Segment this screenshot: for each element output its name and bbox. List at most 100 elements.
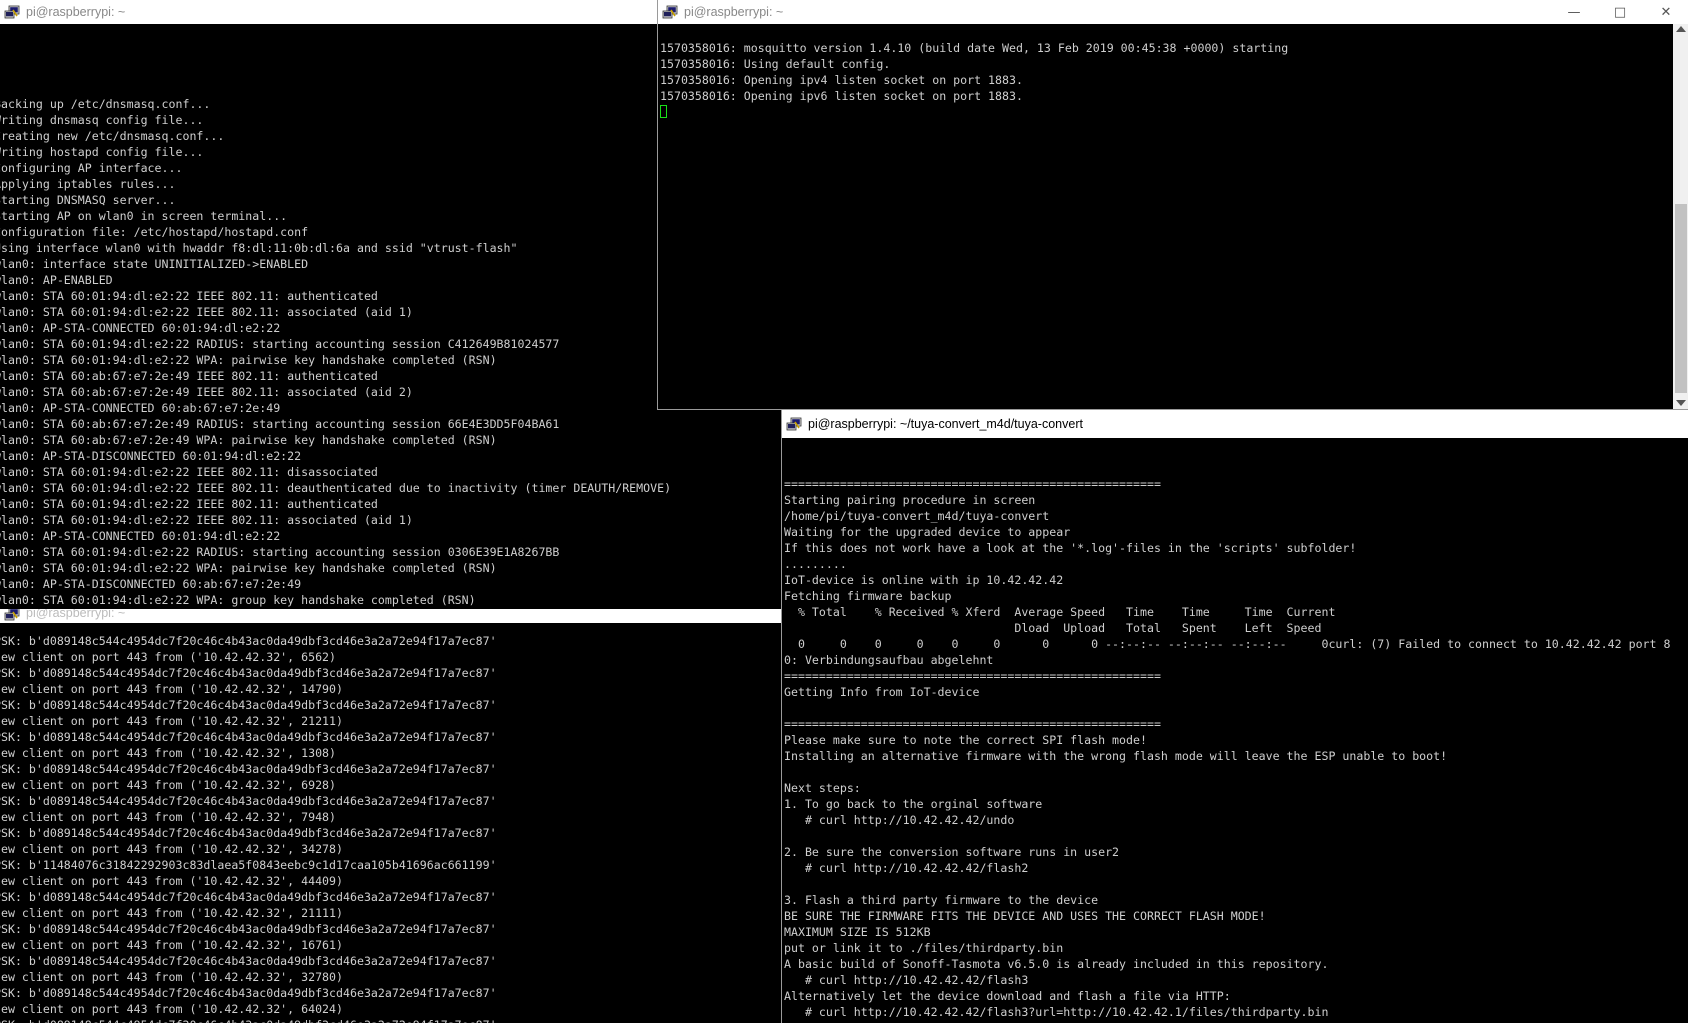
terminal-line: 3. Flash a third party firmware to the d… [784,893,1099,907]
terminal-line: Getting Info from IoT-device [784,685,980,699]
putty-icon [786,417,802,432]
terminal-line: put or link it to ./files/thirdparty.bin [784,941,1064,955]
terminal-line: Starting pairing procedure in screen [784,493,1036,507]
terminal-line: wlan0: STA 60:01:94:dl:e2:22 IEEE 802.11… [0,481,672,495]
terminal-line: Fetching firmware backup [784,589,952,603]
terminal-line: 1. To go back to the orginal software [784,797,1043,811]
title-bar[interactable]: pi@raspberrypi: ~ — □ ✕ [658,0,1688,24]
terminal-line: PSK: b'd089148c544c4954dc7f20c46c4b43ac0… [0,826,497,840]
terminal-window-tuya-convert[interactable]: pi@raspberrypi: ~/tuya-convert_m4d/tuya-… [781,410,1688,1023]
terminal-line: new client on port 443 from ('10.42.42.3… [0,746,337,760]
terminal-line: 2. Be sure the conversion software runs … [784,845,1120,859]
terminal-line: wlan0: STA 60:01:94:dl:e2:22 IEEE 802.11… [0,465,378,479]
terminal-line: Dload Upload Total Spent Left Speed [784,621,1322,635]
terminal-line: new client on port 443 from ('10.42.42.3… [0,970,344,984]
scrollbar-thumb[interactable] [1675,204,1687,393]
terminal-line: new client on port 443 from ('10.42.42.3… [0,906,344,920]
terminal-line: PSK: b'd089148c544c4954dc7f20c46c4b43ac0… [0,954,497,968]
terminal-line: PSK: b'11484076c31842292903c83dlaea5f084… [0,858,497,872]
terminal-line: 1570358016: Using default config. [660,57,891,71]
terminal-line: PSK: b'd089148c544c4954dc7f20c46c4b43ac0… [0,986,497,1000]
scrollbar-up-arrow[interactable] [1676,26,1686,32]
title-bar[interactable]: pi@raspberrypi: ~/tuya-convert_m4d/tuya-… [782,410,1688,438]
terminal-window-mosquitto[interactable]: pi@raspberrypi: ~ — □ ✕ 1570358016: mosq… [657,0,1688,410]
terminal-line: /home/pi/tuya-convert_m4d/tuya-convert [784,509,1050,523]
window-title: pi@raspberrypi: ~ [26,609,126,620]
terminal-line: # curl http://10.42.42.42/undo [784,813,1015,827]
terminal-line: PSK: b'd089148c544c4954dc7f20c46c4b43ac0… [0,698,497,712]
terminal-line: 1570358016: mosquitto version 1.4.10 (bu… [660,41,1289,55]
terminal-line: new client on port 443 from ('10.42.42.3… [0,938,344,952]
terminal-line: new client on port 443 from ('10.42.42.3… [0,714,344,728]
terminal-line: Waiting for the upgraded device to appea… [784,525,1071,539]
terminal-line: MAXIMUM SIZE IS 512KB [784,925,931,939]
window-title: pi@raspberrypi: ~/tuya-convert_m4d/tuya-… [808,417,1083,431]
terminal-line: PSK: b'd089148c544c4954dc7f20c46c4b43ac0… [0,794,497,808]
terminal-line: new client on port 443 from ('10.42.42.3… [0,842,344,856]
terminal-line: ========================================… [784,669,1161,683]
terminal-line: wlan0: STA 60:01:94:dl:e2:22 WPA: pairwi… [0,561,497,575]
putty-icon [662,5,678,20]
terminal-line: wlan0: STA 60:01:94:dl:e2:22 RADIUS: sta… [0,545,560,559]
terminal-output[interactable]: PSK: b'd089148c544c4954dc7f20c46c4b43ac0… [0,633,790,1023]
terminal-line: PSK: b'd089148c544c4954dc7f20c46c4b43ac0… [0,1017,790,1023]
terminal-line: PSK: b'd089148c544c4954dc7f20c46c4b43ac0… [0,890,497,904]
terminal-line: % Total % Received % Xferd Average Speed… [784,605,1336,619]
terminal-window-psk-server[interactable]: pi@raspberrypi: ~ PSK: b'd089148c544c495… [0,609,790,1023]
terminal-line: 1570358016: Opening ipv4 listen socket o… [660,73,1023,87]
terminal-line: IoT-device is online with ip 10.42.42.42 [784,573,1064,587]
terminal-line: # curl http://10.42.42.42/flash3?url=htt… [784,1005,1329,1019]
terminal-line: new client on port 443 from ('10.42.42.3… [0,810,337,824]
terminal-line: wlan0: AP-STA-CONNECTED 60:01:94:dl:e2:2… [0,529,281,543]
terminal-output[interactable]: ========================================… [784,438,1688,1023]
terminal-cursor [660,105,667,118]
terminal-line: 1570358016: Opening ipv6 listen socket o… [660,89,1023,103]
terminal-line: wlan0: STA 60:01:94:dl:e2:22 WPA: group … [0,593,476,607]
terminal-line: ========================================… [784,717,1161,731]
close-icon[interactable]: ✕ [1643,0,1688,24]
terminal-line: PSK: b'd089148c544c4954dc7f20c46c4b43ac0… [0,666,497,680]
putty-icon [4,609,20,622]
terminal-line: wlan0: STA 60:01:94:dl:e2:22 IEEE 802.11… [0,513,413,527]
terminal-line: wlan0: STA 60:01:94:dl:e2:22 IEEE 802.11… [0,497,378,511]
terminal-line: wlan0: STA 60:ab:67:e7:2e:49 WPA: pairwi… [0,433,497,447]
terminal-line: BE SURE THE FIRMWARE FITS THE DEVICE AND… [784,909,1266,923]
terminal-line: new client on port 443 from ('10.42.42.3… [0,778,337,792]
terminal-line: # curl http://10.42.42.42/flash2 [784,861,1029,875]
scrollbar-down-arrow[interactable] [1676,400,1686,406]
terminal-line: new client on port 443 from ('10.42.42.3… [0,874,344,888]
window-title: pi@raspberrypi: ~ [26,5,126,19]
window-title: pi@raspberrypi: ~ [684,5,784,19]
terminal-line: If this does not work have a look at the… [784,541,1357,555]
terminal-line: new client on port 443 from ('10.42.42.3… [0,1002,344,1016]
terminal-output[interactable]: 1570358016: mosquitto version 1.4.10 (bu… [660,24,1673,409]
minimize-icon[interactable]: — [1551,0,1597,24]
title-bar[interactable]: pi@raspberrypi: ~ [0,609,790,623]
terminal-line: PSK: b'd089148c544c4954dc7f20c46c4b43ac0… [0,730,497,744]
terminal-line: wlan0: AP-STA-DISCONNECTED 60:ab:67:e7:2… [0,577,302,591]
terminal-line: PSK: b'd089148c544c4954dc7f20c46c4b43ac0… [0,922,497,936]
terminal-line: Alternatively let the device download an… [784,989,1231,1003]
terminal-line: PSK: b'd089148c544c4954dc7f20c46c4b43ac0… [0,634,497,648]
terminal-line: # curl http://10.42.42.42/flash3 [784,973,1029,987]
terminal-line: Next steps: [784,781,861,795]
putty-icon [4,5,20,20]
terminal-line: wlan0: AP-STA-DISCONNECTED 60:01:94:dl:e… [0,449,302,463]
terminal-line: Installing an alternative firmware with … [784,749,1448,763]
terminal-line: ......... [784,557,847,571]
terminal-line: new client on port 443 from ('10.42.42.3… [0,682,344,696]
maximize-icon[interactable]: □ [1597,0,1643,24]
terminal-line: ========================================… [784,477,1161,491]
terminal-line: A basic build of Sonoff-Tasmota v6.5.0 i… [784,957,1329,971]
terminal-line: PSK: b'd089148c544c4954dc7f20c46c4b43ac0… [0,762,497,776]
terminal-line: 0: Verbindungsaufbau abgelehnt [784,653,994,667]
scrollbar[interactable] [1673,24,1688,409]
terminal-line: new client on port 443 from ('10.42.42.3… [0,650,337,664]
terminal-line: wlan0: STA 60:ab:67:e7:2e:49 RADIUS: sta… [0,417,560,431]
